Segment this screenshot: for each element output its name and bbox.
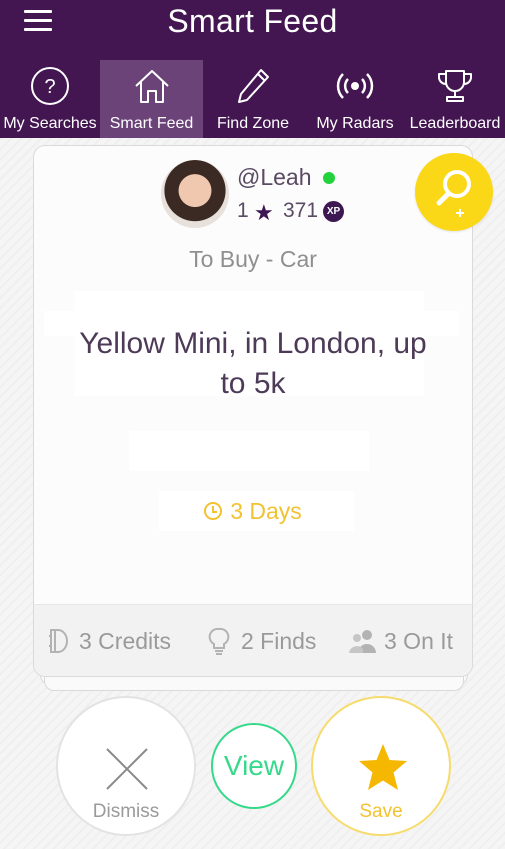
tab-label: Leaderboard bbox=[409, 115, 501, 132]
save-label: Save bbox=[359, 801, 403, 822]
view-button[interactable]: View bbox=[211, 723, 297, 809]
radar-icon bbox=[336, 73, 374, 99]
dismiss-button[interactable]: Dismiss bbox=[56, 696, 196, 836]
user-rank: 1 bbox=[237, 199, 249, 222]
svg-text:?: ? bbox=[44, 76, 55, 98]
online-status-dot bbox=[323, 172, 335, 184]
time-remaining-label: 3 Days bbox=[230, 498, 302, 524]
tab-smart-feed[interactable]: Smart Feed bbox=[100, 60, 203, 138]
home-icon bbox=[134, 70, 169, 103]
blur-highlight bbox=[74, 291, 424, 311]
user-xp: 371 bbox=[283, 199, 319, 222]
username[interactable]: @Leah bbox=[237, 164, 312, 191]
star-icon bbox=[359, 744, 407, 790]
request-text: Yellow Mini, in London, up to 5k bbox=[79, 327, 427, 400]
tab-label: My Radars bbox=[316, 115, 394, 132]
request-card[interactable]: @Leah 1 ★ 371 XP To Buy - Car Yellow Min… bbox=[33, 145, 473, 677]
page-title: Smart Feed bbox=[167, 3, 338, 39]
credits-icon bbox=[49, 629, 68, 653]
dismiss-label: Dismiss bbox=[92, 801, 160, 822]
clock-icon bbox=[204, 502, 223, 520]
xp-badge: XP bbox=[323, 201, 344, 222]
pencil-icon bbox=[238, 69, 269, 103]
request-category: To Buy - Car bbox=[189, 246, 317, 272]
time-remaining: 3 Days bbox=[34, 498, 472, 525]
save-button[interactable]: Save bbox=[311, 696, 451, 836]
question-circle-icon: ? bbox=[31, 67, 69, 105]
on-it-label: 3 On It bbox=[384, 628, 454, 654]
star-icon: ★ bbox=[254, 200, 274, 225]
tab-my-searches[interactable]: ? My Searches bbox=[0, 60, 100, 138]
tab-label: Find Zone bbox=[216, 115, 290, 132]
tab-label: Smart Feed bbox=[109, 115, 194, 132]
avatar[interactable] bbox=[161, 160, 229, 228]
tab-label: My Searches bbox=[3, 115, 97, 132]
finds-label: 2 Finds bbox=[241, 628, 317, 654]
tab-bar: ? My Searches Smart Feed Find Zone My Ra… bbox=[0, 60, 505, 138]
search-plus-icon bbox=[436, 170, 471, 217]
blur-highlight bbox=[129, 431, 369, 471]
trophy-icon bbox=[438, 70, 472, 102]
card-stats-bar: 3 Credits 2 Finds 3 On It bbox=[34, 604, 472, 676]
tab-find-zone[interactable]: Find Zone bbox=[203, 60, 303, 138]
view-label: View bbox=[223, 750, 285, 781]
tab-leaderboard[interactable]: Leaderboard bbox=[405, 60, 505, 138]
close-icon bbox=[106, 748, 148, 790]
lightbulb-icon bbox=[208, 627, 230, 655]
add-search-button[interactable] bbox=[415, 153, 493, 231]
users-icon bbox=[349, 630, 376, 653]
credits-label: 3 Credits bbox=[79, 628, 172, 654]
top-bar: Smart Feed ? My Searches Smart Feed Find… bbox=[0, 0, 505, 138]
tab-my-radars[interactable]: My Radars bbox=[306, 60, 404, 138]
